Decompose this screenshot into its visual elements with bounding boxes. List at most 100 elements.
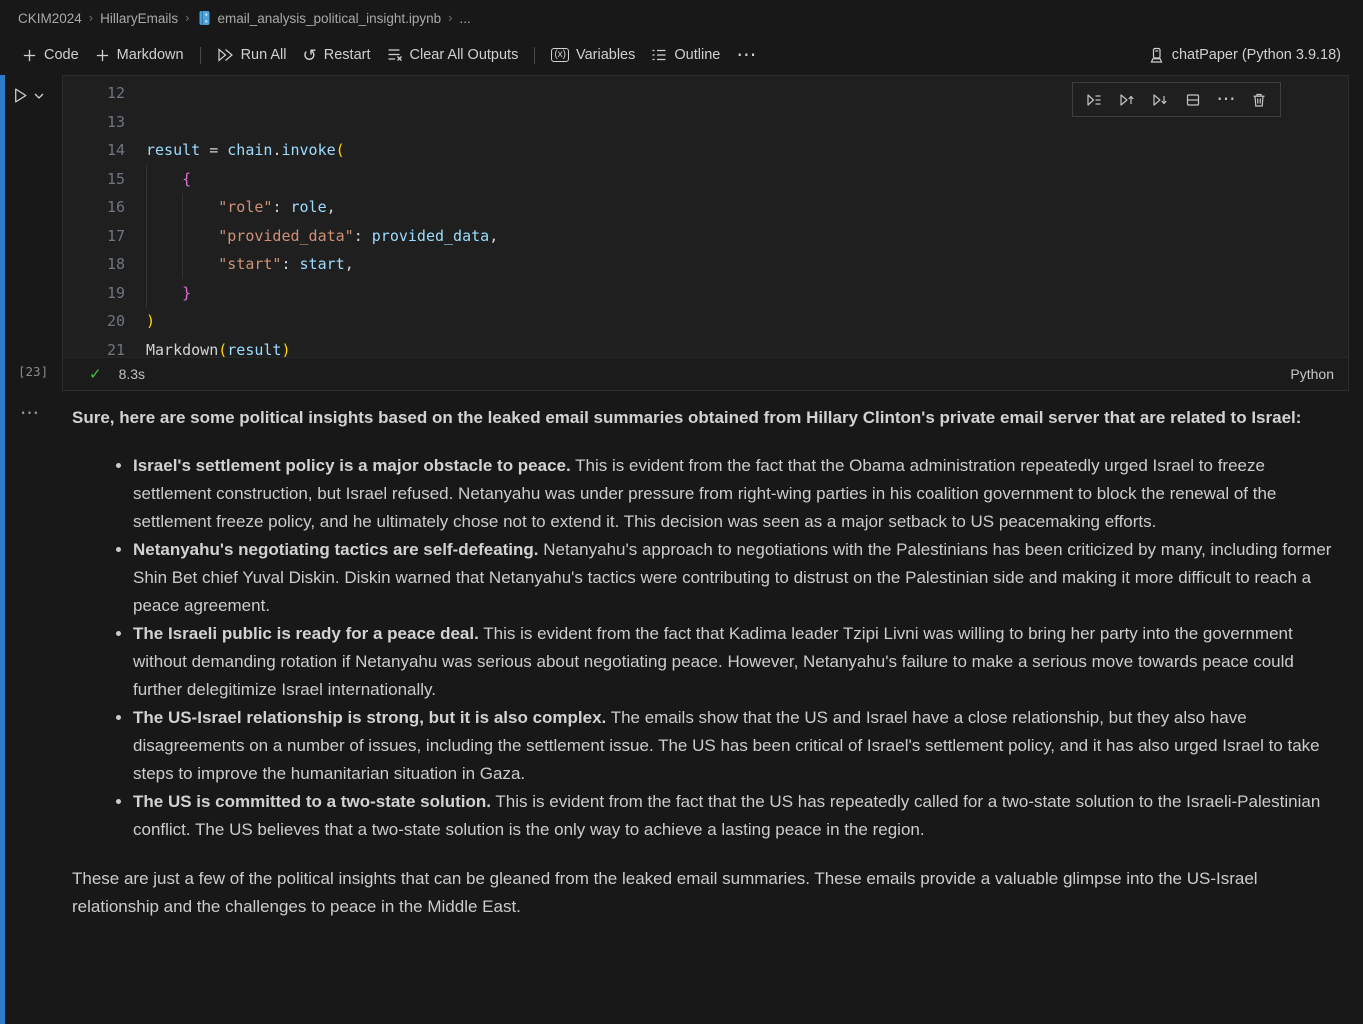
run-cell-control <box>12 87 44 104</box>
run-all-icon <box>217 47 234 63</box>
code-line[interactable]: 15 { <box>63 165 1348 194</box>
restart-button[interactable]: ↺ Restart <box>295 42 379 69</box>
variables-icon: (x) <box>551 48 569 62</box>
code-token: ( <box>218 341 227 358</box>
plus-icon <box>95 48 110 63</box>
split-cell-icon[interactable] <box>1181 88 1205 112</box>
add-code-cell-button[interactable]: Code <box>14 42 87 68</box>
execute-cell-and-below-arrow-icon[interactable] <box>1148 88 1172 112</box>
outline-button[interactable]: Outline <box>643 42 728 68</box>
insight-bullet: Netanyahu's negotiating tactics are self… <box>133 536 1333 620</box>
breadcrumb-notebook-file[interactable]: email_analysis_political_insight.ipynb <box>197 10 442 26</box>
code-text: { <box>125 165 191 194</box>
kernel-label: chatPaper (Python 3.9.18) <box>1172 47 1341 63</box>
line-number: 13 <box>63 108 125 137</box>
run-all-button[interactable]: Run All <box>209 42 295 68</box>
code-text: "role": role, <box>125 193 336 222</box>
code-text: "start": start, <box>125 250 354 279</box>
clear-all-outputs-icon <box>387 47 403 63</box>
code-token: , <box>345 255 354 273</box>
add-markdown-cell-button[interactable]: Markdown <box>87 42 192 68</box>
toolbar-divider <box>200 47 201 64</box>
code-token <box>146 170 182 188</box>
restart-label: Restart <box>324 47 371 63</box>
code-line[interactable]: 14result = chain.invoke( <box>63 136 1348 165</box>
code-token: "provided_data" <box>218 227 353 245</box>
code-token: { <box>182 170 191 188</box>
breadcrumb-filename: email_analysis_political_insight.ipynb <box>218 11 442 26</box>
more-actions-icon[interactable]: ⋯ <box>1214 88 1238 112</box>
insight-bullet: The Israeli public is ready for a peace … <box>133 620 1333 704</box>
insight-bold-lead: Israel's settlement policy is a major ob… <box>133 456 571 475</box>
line-number: 16 <box>63 193 125 222</box>
chevron-right-icon: › <box>185 10 189 25</box>
execute-cell-and-below-icon[interactable] <box>1082 88 1106 112</box>
add-markdown-label: Markdown <box>117 47 184 63</box>
code-token: start <box>300 255 345 273</box>
code-line[interactable]: 17 "provided_data": provided_data, <box>63 222 1348 251</box>
insight-bold-lead: The US-Israel relationship is strong, bu… <box>133 708 606 727</box>
code-token: invoke <box>281 141 335 159</box>
success-check-icon: ✓ <box>89 365 102 383</box>
add-code-label: Code <box>44 47 79 63</box>
breadcrumb: CKIM2024 › HillaryEmails › email_analysi… <box>0 0 1363 36</box>
code-token: result <box>146 141 200 159</box>
cell-language-picker[interactable]: Python <box>1290 366 1334 382</box>
run-options-chevron-icon[interactable] <box>34 92 44 100</box>
code-token: role <box>291 198 327 216</box>
delete-cell-icon[interactable] <box>1247 88 1271 112</box>
cell-status-bar: ✓ 8.3s Python <box>63 357 1348 390</box>
breadcrumb-folder[interactable]: CKIM2024 <box>18 11 82 26</box>
code-token: } <box>182 284 191 302</box>
code-token: : <box>272 198 290 216</box>
code-text: } <box>125 279 191 308</box>
variables-button[interactable]: (x) Variables <box>543 42 643 68</box>
insight-bold-lead: Netanyahu's negotiating tactics are self… <box>133 540 539 559</box>
code-lines: 121314result = chain.invoke(15 {16 "role… <box>63 79 1348 357</box>
breadcrumb-cell-ellipsis[interactable]: ... <box>459 11 470 26</box>
variables-label: Variables <box>576 47 635 63</box>
restart-icon: ↺ <box>303 47 317 64</box>
markdown-output: Sure, here are some political insights b… <box>72 404 1333 921</box>
clear-all-outputs-button[interactable]: Clear All Outputs <box>379 42 527 68</box>
kernel-picker-button[interactable]: chatPaper (Python 3.9.18) <box>1140 42 1349 69</box>
output-closing-paragraph: These are just a few of the political in… <box>72 865 1333 921</box>
code-token: , <box>327 198 336 216</box>
code-editor[interactable]: 121314result = chain.invoke(15 {16 "role… <box>63 76 1348 357</box>
notebook-file-icon <box>197 10 212 26</box>
breadcrumb-subfolder[interactable]: HillaryEmails <box>100 11 178 26</box>
execute-above-cells-icon[interactable] <box>1115 88 1139 112</box>
run-all-label: Run All <box>241 47 287 63</box>
insight-bold-lead: The US is committed to a two-state solut… <box>133 792 491 811</box>
code-line[interactable]: 19 } <box>63 279 1348 308</box>
insight-bold-lead: The Israeli public is ready for a peace … <box>133 624 479 643</box>
chevron-right-icon: › <box>448 10 452 25</box>
code-line[interactable]: 18 "start": start, <box>63 250 1348 279</box>
code-text: result = chain.invoke( <box>125 136 345 165</box>
toolbar-more-button[interactable]: ⋯ <box>728 40 764 70</box>
insight-bullet: The US-Israel relationship is strong, bu… <box>133 704 1333 788</box>
indent-guide <box>146 165 147 308</box>
notebook-toolbar: Code Markdown Run All ↺ Restart <box>0 36 1363 74</box>
code-token: ) <box>146 312 155 330</box>
insight-bullet: Israel's settlement policy is a major ob… <box>133 452 1333 536</box>
code-line[interactable]: 20) <box>63 307 1348 336</box>
code-token: "start" <box>218 255 281 273</box>
code-text <box>125 108 146 137</box>
code-token: ) <box>281 341 290 358</box>
plus-icon <box>22 48 37 63</box>
output-options-icon[interactable]: ⋯ <box>20 404 39 423</box>
code-token: , <box>489 227 498 245</box>
indent-guide <box>182 193 183 279</box>
code-token: : <box>354 227 372 245</box>
line-number: 18 <box>63 250 125 279</box>
code-line[interactable]: 21Markdown(result) <box>63 336 1348 358</box>
line-number: 14 <box>63 136 125 165</box>
run-cell-button[interactable] <box>12 87 29 104</box>
code-text <box>125 79 146 108</box>
code-text: "provided_data": provided_data, <box>125 222 498 251</box>
code-token: ( <box>336 141 345 159</box>
code-line[interactable]: 16 "role": role, <box>63 193 1348 222</box>
clear-all-outputs-label: Clear All Outputs <box>410 47 519 63</box>
code-token: : <box>281 255 299 273</box>
